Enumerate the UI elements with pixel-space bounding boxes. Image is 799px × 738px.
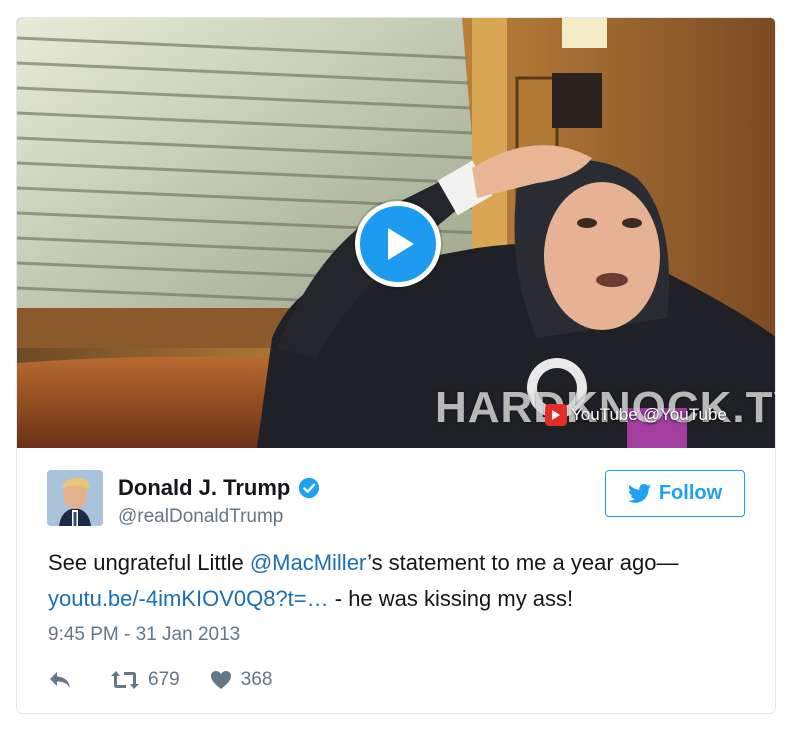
tweet-card: HARDKNOCK.TV YouTube @YouTube Donald J. … [16,17,776,714]
like-button[interactable]: 368 [210,669,273,691]
retweet-icon [111,671,139,689]
play-icon [388,228,414,260]
verified-badge-icon [299,477,320,499]
heart-icon [210,671,231,689]
author-name: Donald J. Trump [118,475,291,500]
retweet-count: 679 [148,669,180,690]
youtube-handle: @YouTube [642,405,727,424]
tweet-text: See ungrateful Little @MacMiller’s state… [48,545,758,617]
tweet-text-part3: - he was kissing my ass! [328,586,574,611]
play-button[interactable] [355,201,441,287]
author-name-row[interactable]: Donald J. Trump [118,475,320,501]
tweet-text-part1: See ungrateful Little [48,550,250,575]
follow-button[interactable]: Follow [605,470,745,517]
author-handle[interactable]: @realDonaldTrump [118,506,283,528]
follow-label: Follow [658,482,723,504]
twitter-bird-icon [627,483,651,503]
reply-icon [50,672,70,688]
reply-button[interactable] [48,670,81,690]
url-link[interactable]: youtu.be/-4imKIOV0Q8?t=… [48,586,329,611]
avatar-portrait-icon [47,470,103,526]
tweet-header: Donald J. Trump @realDonaldTrump Follow [47,470,747,530]
tweet-text-part2: ’s statement to me a year ago— [367,550,679,575]
video-thumbnail[interactable]: HARDKNOCK.TV YouTube @YouTube [17,18,775,448]
avatar[interactable] [47,470,103,526]
tweet-actions: 679 368 [48,666,302,694]
like-count: 368 [240,669,273,690]
youtube-attribution[interactable]: YouTube @YouTube [545,402,727,428]
retweet-button[interactable]: 679 [111,669,180,691]
mention-link[interactable]: @MacMiller [250,550,367,575]
tweet-timestamp[interactable]: 9:45 PM - 31 Jan 2013 [48,624,240,646]
youtube-label: YouTube [571,405,638,424]
youtube-logo-icon [545,404,567,426]
